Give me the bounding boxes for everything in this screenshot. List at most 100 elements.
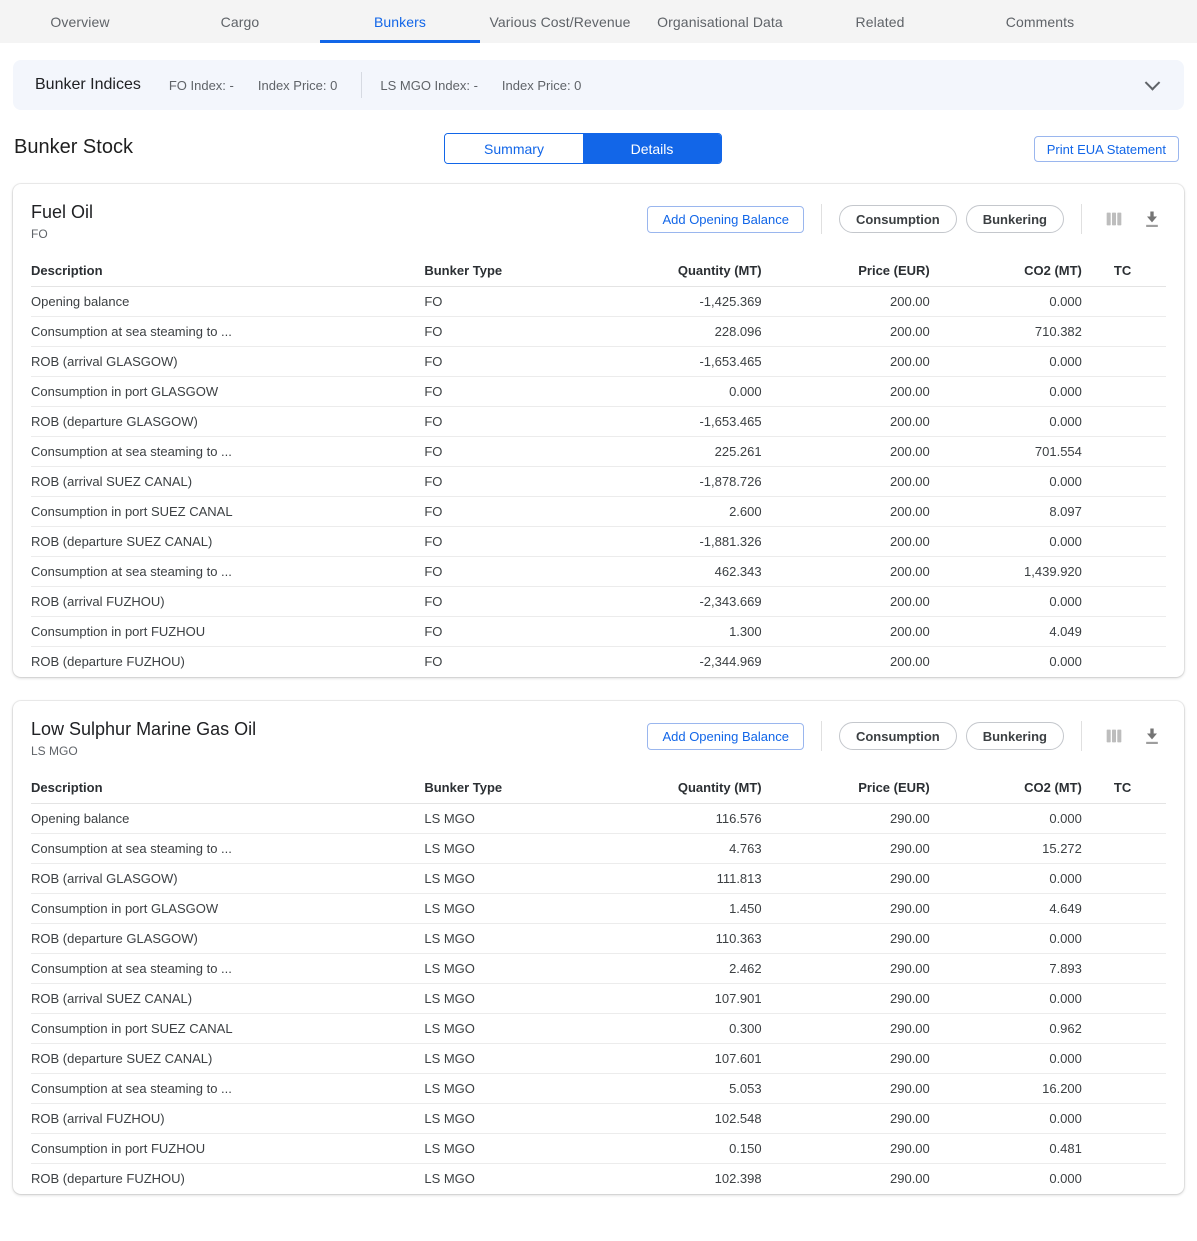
cell-tc [1082,526,1166,556]
bunker-indices-bar[interactable]: Bunker Indices FO Index: - Index Price: … [13,60,1184,110]
cell-co2: 0.000 [930,1163,1082,1193]
cell-bunker_type: LS MGO [424,983,611,1013]
tab-overview[interactable]: Overview [0,0,160,43]
cell-quantity: 1.300 [612,616,762,646]
cell-description: ROB (departure GLASGOW) [31,406,424,436]
cell-price: 200.00 [762,526,930,556]
cell-price: 290.00 [762,1043,930,1073]
table-row[interactable]: ROB (arrival SUEZ CANAL)FO-1,878.726200.… [31,466,1166,496]
cell-tc [1082,983,1166,1013]
column-settings-icon[interactable] [1099,206,1129,232]
table-row[interactable]: Consumption at sea steaming to ...FO225.… [31,436,1166,466]
cell-description: ROB (arrival SUEZ CANAL) [31,466,424,496]
cell-tc [1082,953,1166,983]
table-row[interactable]: Opening balanceLS MGO116.576290.000.000 [31,803,1166,833]
table-row[interactable]: Consumption at sea steaming to ...FO228.… [31,316,1166,346]
consumption-button[interactable]: Consumption [839,205,957,233]
cell-bunker_type: LS MGO [424,1103,611,1133]
tab-cargo[interactable]: Cargo [160,0,320,43]
cell-bunker_type: FO [424,496,611,526]
indices-divider [361,72,362,98]
cell-price: 200.00 [762,556,930,586]
cell-tc [1082,1013,1166,1043]
card-title: Low Sulphur Marine Gas Oil [31,719,256,740]
cell-tc [1082,496,1166,526]
cell-quantity: 102.548 [612,1103,762,1133]
table-row[interactable]: ROB (departure FUZHOU)FO-2,344.969200.00… [31,646,1166,676]
table-row[interactable]: Consumption in port GLASGOWFO0.000200.00… [31,376,1166,406]
cell-bunker_type: FO [424,286,611,316]
table-row[interactable]: ROB (departure SUEZ CANAL)LS MGO107.6012… [31,1043,1166,1073]
cell-bunker_type: FO [424,526,611,556]
column-settings-icon[interactable] [1099,723,1129,749]
cell-quantity: 107.901 [612,983,762,1013]
tab-various-cost-revenue[interactable]: Various Cost/Revenue [480,0,640,43]
tab-related[interactable]: Related [800,0,960,43]
table-row[interactable]: Consumption in port SUEZ CANALLS MGO0.30… [31,1013,1166,1043]
table-row[interactable]: Consumption in port FUZHOULS MGO0.150290… [31,1133,1166,1163]
table-row[interactable]: Consumption at sea steaming to ...LS MGO… [31,1073,1166,1103]
table-row[interactable]: Consumption in port FUZHOUFO1.300200.004… [31,616,1166,646]
add-opening-balance-button[interactable]: Add Opening Balance [647,206,803,233]
cell-price: 200.00 [762,286,930,316]
table-row[interactable]: ROB (arrival FUZHOU)LS MGO102.548290.000… [31,1103,1166,1133]
cell-price: 290.00 [762,923,930,953]
add-opening-balance-button[interactable]: Add Opening Balance [647,723,803,750]
table-row[interactable]: Consumption in port GLASGOWLS MGO1.45029… [31,893,1166,923]
cell-quantity: -1,425.369 [612,286,762,316]
table-row[interactable]: ROB (departure GLASGOW)LS MGO110.363290.… [31,923,1166,953]
details-toggle-button[interactable]: Details [583,134,721,163]
cell-co2: 0.000 [930,286,1082,316]
cell-bunker_type: FO [424,316,611,346]
table-row[interactable]: ROB (arrival SUEZ CANAL)LS MGO107.901290… [31,983,1166,1013]
column-header-description: Description [31,772,424,803]
table-row[interactable]: ROB (arrival GLASGOW)LS MGO111.813290.00… [31,863,1166,893]
cell-price: 290.00 [762,833,930,863]
table-row[interactable]: Consumption in port SUEZ CANALFO2.600200… [31,496,1166,526]
cell-price: 200.00 [762,586,930,616]
cell-tc [1082,803,1166,833]
fuel-oil-card: Fuel Oil FO Add Opening Balance Consumpt… [13,184,1184,677]
cell-co2: 701.554 [930,436,1082,466]
cell-quantity: 0.150 [612,1133,762,1163]
table-row[interactable]: Opening balanceFO-1,425.369200.000.000 [31,286,1166,316]
cell-tc [1082,436,1166,466]
consumption-button[interactable]: Consumption [839,722,957,750]
cell-description: ROB (departure GLASGOW) [31,923,424,953]
cell-description: ROB (departure SUEZ CANAL) [31,1043,424,1073]
cell-description: Opening balance [31,803,424,833]
chevron-down-icon[interactable] [1145,75,1161,91]
bunkering-button[interactable]: Bunkering [966,722,1064,750]
cell-description: Consumption at sea steaming to ... [31,436,424,466]
table-row[interactable]: Consumption at sea steaming to ...FO462.… [31,556,1166,586]
summary-toggle-button[interactable]: Summary [445,134,583,163]
table-row[interactable]: ROB (departure FUZHOU)LS MGO102.398290.0… [31,1163,1166,1193]
column-header-quantity: Quantity (MT) [612,255,762,286]
cell-price: 290.00 [762,983,930,1013]
tab-bunkers[interactable]: Bunkers [320,0,480,43]
cell-price: 290.00 [762,803,930,833]
table-row[interactable]: ROB (arrival GLASGOW)FO-1,653.465200.000… [31,346,1166,376]
tab-organisational-data[interactable]: Organisational Data [640,0,800,43]
cell-description: ROB (arrival GLASGOW) [31,863,424,893]
card-title-block: Low Sulphur Marine Gas Oil LS MGO [31,719,256,758]
download-icon[interactable] [1138,724,1166,748]
cell-price: 290.00 [762,893,930,923]
cell-tc [1082,586,1166,616]
cell-co2: 0.000 [930,1103,1082,1133]
cell-price: 200.00 [762,646,930,676]
tab-comments[interactable]: Comments [960,0,1120,43]
table-row[interactable]: ROB (departure SUEZ CANAL)FO-1,881.32620… [31,526,1166,556]
cell-co2: 0.000 [930,586,1082,616]
table-row[interactable]: ROB (departure GLASGOW)FO-1,653.465200.0… [31,406,1166,436]
bunker-stock-header: Bunker Stock Summary Details Print EUA S… [0,132,1197,168]
cell-price: 200.00 [762,616,930,646]
table-row[interactable]: ROB (arrival FUZHOU)FO-2,343.669200.000.… [31,586,1166,616]
table-row[interactable]: Consumption at sea steaming to ...LS MGO… [31,833,1166,863]
cell-quantity: -1,881.326 [612,526,762,556]
cell-description: Consumption in port GLASGOW [31,893,424,923]
table-row[interactable]: Consumption at sea steaming to ...LS MGO… [31,953,1166,983]
bunkering-button[interactable]: Bunkering [966,205,1064,233]
download-icon[interactable] [1138,207,1166,231]
print-eua-statement-button[interactable]: Print EUA Statement [1034,136,1179,162]
